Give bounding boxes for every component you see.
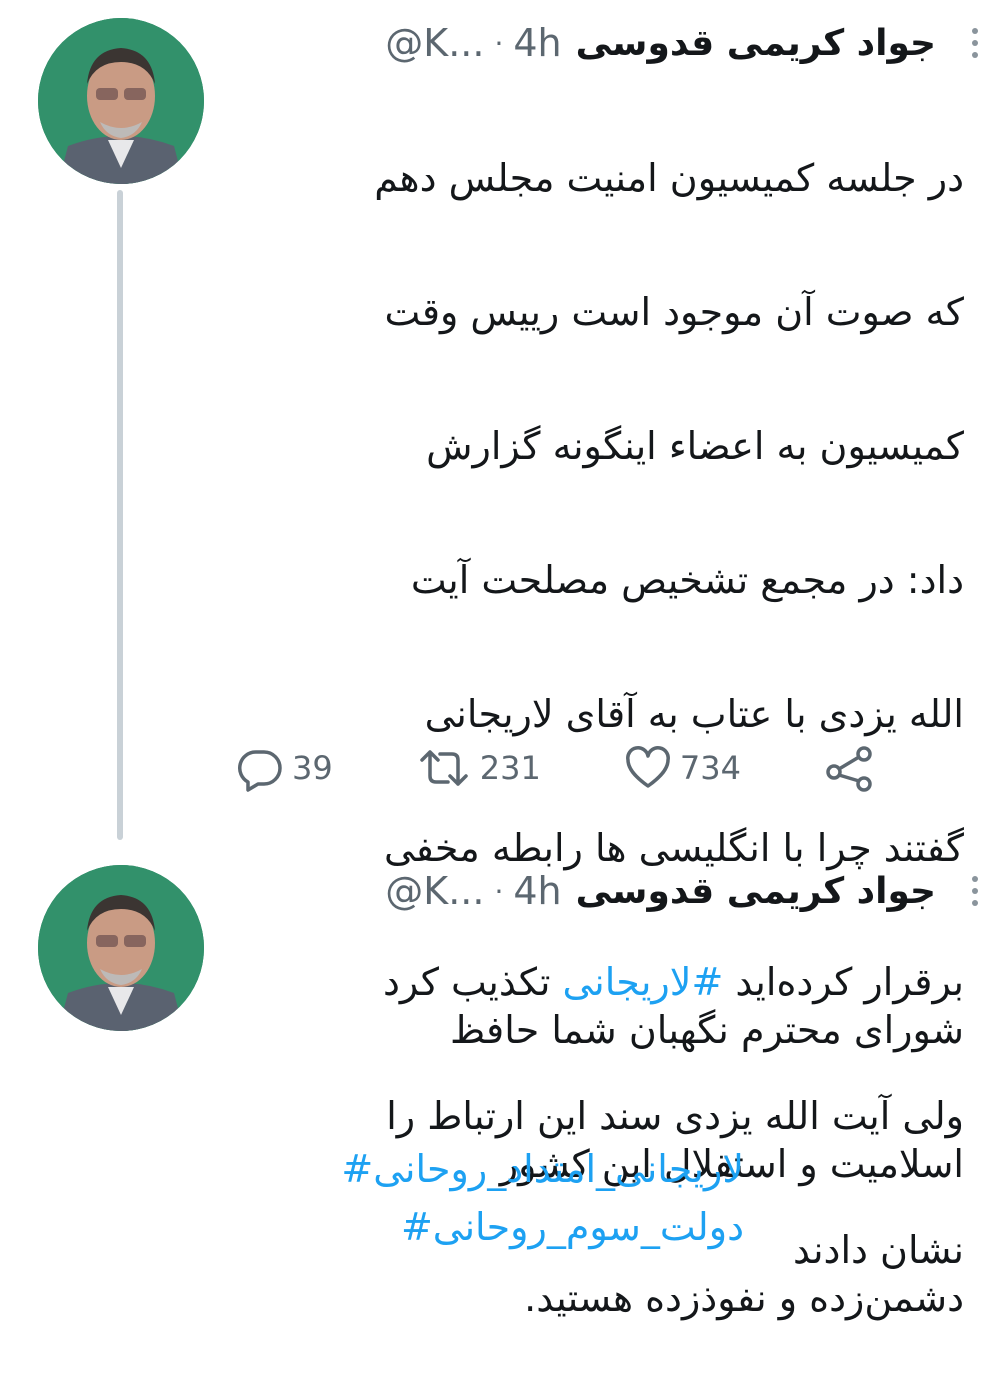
tweet-line: شورای محترم نگهبان شما حافظ: [449, 1008, 964, 1052]
author-handle[interactable]: @K...: [385, 21, 484, 65]
tweet-line: دشمن‌زده و نفوذزده هستید.: [524, 1276, 964, 1320]
tweet-actions: 39 231 734: [236, 740, 876, 796]
reply-button[interactable]: 39: [236, 744, 333, 792]
reply-count: 39: [292, 749, 333, 787]
tweet-time[interactable]: 4h: [513, 869, 561, 913]
author-name[interactable]: جواد کریمی قدوسی: [576, 871, 936, 912]
retweet-count: 231: [479, 749, 541, 787]
author-handle[interactable]: @K...: [385, 869, 484, 913]
tweet-meta: @K... · 4h: [385, 869, 561, 913]
like-count: 734: [679, 749, 741, 787]
retweet-icon: [420, 750, 468, 786]
thread-line: [117, 190, 123, 840]
tweet-line: کمیسیون به اعضاء اینگونه گزارش: [426, 424, 964, 468]
retweet-button[interactable]: 231: [416, 744, 541, 792]
tweet-line: در جلسه کمیسیون امنیت مجلس دهم: [374, 156, 964, 200]
tweet-hashtags: لاریجانی_امتداد_روحانی# دولت_سوم_روحانی#: [341, 1140, 744, 1256]
reply-icon: [238, 750, 282, 792]
more-icon[interactable]: [960, 18, 990, 68]
like-icon: [625, 746, 670, 788]
share-button[interactable]: [824, 744, 876, 792]
share-icon: [826, 746, 872, 792]
more-icon[interactable]: [960, 866, 990, 916]
hashtag-link[interactable]: دولت_سوم_روحانی#: [341, 1198, 744, 1256]
tweet-header: جواد کریمی قدوسی @K... · 4h: [385, 866, 936, 916]
tweet-line: که صوت آن موجود است رییس وقت: [384, 290, 964, 334]
avatar[interactable]: [38, 18, 204, 184]
tweet-meta: @K... · 4h: [385, 21, 561, 65]
like-button[interactable]: 734: [624, 744, 741, 792]
avatar[interactable]: [38, 865, 204, 1031]
tweet-time[interactable]: 4h: [513, 21, 561, 65]
author-name[interactable]: جواد کریمی قدوسی: [576, 23, 936, 64]
tweet-line: داد: در مجمع تشخیص مصلحت آیت: [410, 558, 964, 602]
tweet-line: الله یزدی با عتاب به آقای لاریجانی: [424, 692, 964, 736]
separator-dot: ·: [494, 26, 504, 60]
tweet-header: جواد کریمی قدوسی @K... · 4h: [385, 18, 936, 68]
hashtag-link[interactable]: لاریجانی_امتداد_روحانی#: [341, 1140, 744, 1198]
separator-dot: ·: [494, 874, 504, 908]
